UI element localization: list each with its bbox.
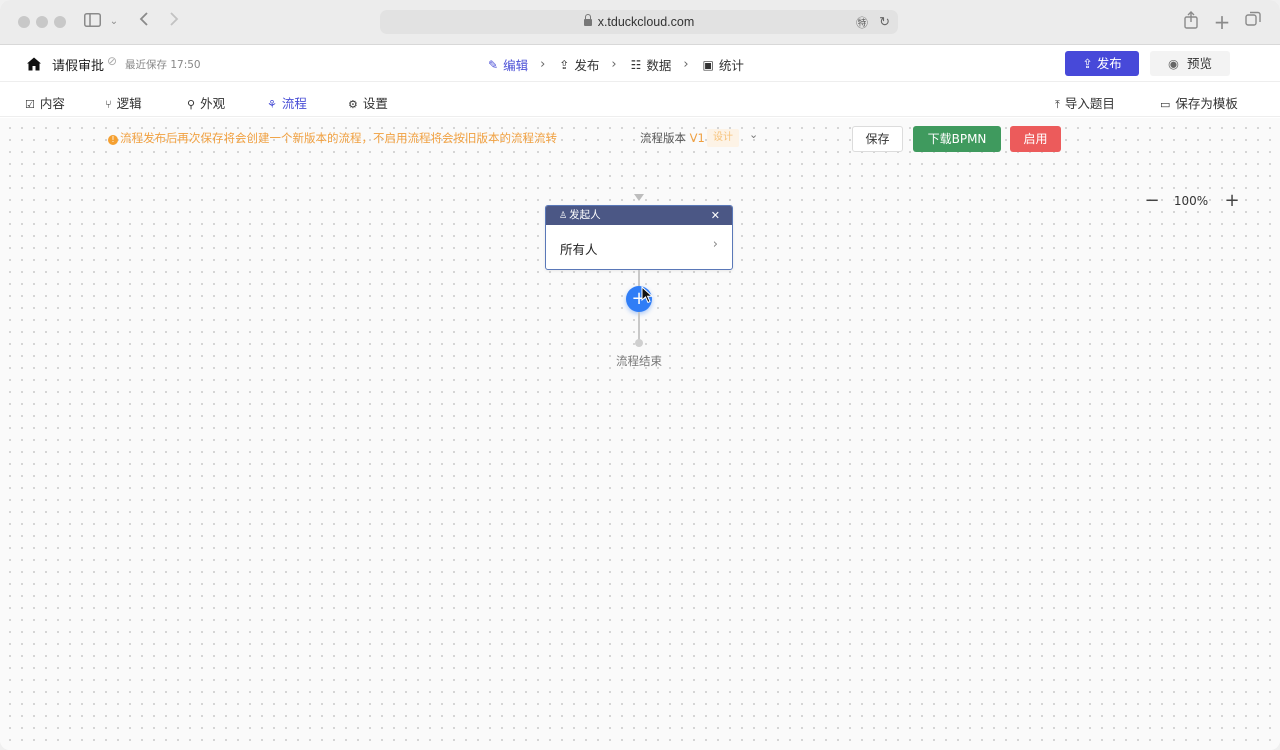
- save-as-template-button[interactable]: ▭ 保存为模板: [1160, 93, 1238, 112]
- node-title: 发起人: [569, 209, 601, 221]
- flow-icon: ⚘: [267, 98, 277, 111]
- tab-settings[interactable]: ⚙ 设置: [348, 93, 388, 112]
- content-icon: ☑: [25, 98, 35, 111]
- chevron-right-icon: ›: [712, 237, 718, 252]
- new-tab-icon[interactable]: +: [1213, 11, 1231, 33]
- browser-window: ⌄ x.tduckcloud.com ㊕ ↻ + 请假审批 ⊘ 最近保存 17:…: [0, 0, 1280, 750]
- zoom-in-button[interactable]: +: [1221, 191, 1243, 213]
- connector-line: [638, 270, 640, 286]
- chevron-right-icon: ›: [540, 57, 546, 72]
- reload-icon[interactable]: ↻: [879, 10, 890, 34]
- back-arrow-icon[interactable]: [136, 11, 152, 33]
- zoom-out-button[interactable]: −: [1141, 191, 1163, 213]
- share-icon[interactable]: [1182, 11, 1200, 33]
- translate-icon[interactable]: ㊕: [856, 11, 868, 35]
- logic-icon: ⑂: [105, 98, 112, 111]
- chart-icon: ▣: [702, 57, 714, 72]
- flow-end-label: 流程结束: [616, 354, 662, 368]
- tab-logic[interactable]: ⑂ 逻辑: [105, 93, 142, 112]
- initiator-node[interactable]: ♙ 发起人 ✕ 所有人 ›: [545, 205, 733, 270]
- enable-button[interactable]: 启用: [1010, 126, 1061, 152]
- save-button[interactable]: 保存: [852, 126, 903, 152]
- save-status: 最近保存 17:50: [125, 59, 201, 71]
- version-label: 流程版本 V1: [640, 131, 705, 145]
- zoom-level: 100%: [1173, 194, 1209, 208]
- download-bpmn-button[interactable]: 下载BPMN: [913, 126, 1001, 152]
- step-data[interactable]: ☷ 数据: [631, 55, 672, 74]
- edit-icon: ✎: [488, 57, 499, 72]
- zoom-window-button[interactable]: [54, 16, 66, 28]
- upload-icon: ⤒: [1055, 98, 1060, 111]
- user-icon: ♙: [559, 211, 568, 221]
- upload-icon: ⇪: [1082, 56, 1093, 71]
- chevron-right-icon: ›: [611, 57, 617, 72]
- url-text: x.tduckcloud.com: [597, 15, 695, 29]
- version-dropdown-chevron-icon[interactable]: ⌄: [749, 128, 758, 141]
- tab-overview-icon[interactable]: [1244, 11, 1262, 33]
- tab-content[interactable]: ☑ 内容: [25, 93, 65, 112]
- close-window-button[interactable]: [18, 16, 30, 28]
- chevron-right-icon: ›: [683, 57, 689, 72]
- node-header: ♙ 发起人 ✕: [546, 206, 732, 225]
- node-assignee: 所有人: [560, 242, 598, 257]
- end-dot: [635, 339, 643, 347]
- gear-icon: ⚙: [348, 98, 358, 111]
- list-icon: ☷: [630, 57, 642, 72]
- node-body[interactable]: 所有人 ›: [546, 225, 732, 269]
- lock-icon: [583, 14, 592, 26]
- tab-flow[interactable]: ⚘ 流程: [267, 93, 307, 112]
- brush-icon: ⚲: [187, 98, 196, 111]
- minimize-window-button[interactable]: [36, 16, 48, 28]
- info-icon: !: [108, 135, 118, 145]
- version-status-badge: 设计: [707, 129, 739, 147]
- step-edit[interactable]: ✎ 编辑: [488, 55, 528, 74]
- import-questions-button[interactable]: ⤒ 导入题目: [1055, 93, 1115, 112]
- home-icon[interactable]: [26, 56, 42, 72]
- step-statistics[interactable]: ▣ 统计: [703, 55, 744, 74]
- sub-tabs: ☑ 内容 ⑂ 逻辑 ⚲ 外观 ⚘ 流程 ⚙ 设置 ⤒ 导入题目 ▭ 保存为模板: [0, 83, 1280, 117]
- folder-icon: ▭: [1160, 98, 1171, 111]
- close-icon[interactable]: ✕: [711, 206, 720, 225]
- check-circle-icon: ⊘: [107, 54, 118, 68]
- flow-canvas[interactable]: ! 流程发布后再次保存将会创建一个新版本的流程，不启用流程将会按旧版本的流程流转 …: [0, 118, 1280, 750]
- sidebar-toggle-icon[interactable]: [82, 11, 102, 33]
- step-publish[interactable]: ⇪ 发布: [559, 55, 599, 74]
- forward-arrow-icon[interactable]: [166, 11, 182, 33]
- form-title: 请假审批: [52, 59, 105, 74]
- browser-toolbar: ⌄ x.tduckcloud.com ㊕ ↻ +: [0, 0, 1280, 45]
- app-header: 请假审批 ⊘ 最近保存 17:50 ✎ 编辑 › ⇪ 发布 › ☷ 数据 › ▣ 统计 …: [0, 45, 1280, 82]
- chevron-down-icon[interactable]: ⌄: [108, 11, 120, 33]
- tab-appearance[interactable]: ⚲ 外观: [187, 93, 225, 112]
- version-number: V1: [689, 131, 705, 145]
- preview-button[interactable]: ◉ 预览: [1150, 51, 1230, 76]
- step-navigation: ✎ 编辑 › ⇪ 发布 › ☷ 数据 › ▣ 统计: [488, 55, 744, 74]
- connector-line: [638, 312, 640, 340]
- eye-icon: ◉: [1168, 56, 1179, 71]
- flow-start-arrow: [634, 194, 644, 201]
- flow-notice: ! 流程发布后再次保存将会创建一个新版本的流程，不启用流程将会按旧版本的流程流转: [108, 130, 557, 146]
- publish-button[interactable]: ⇪ 发布: [1065, 51, 1139, 76]
- upload-icon: ⇪: [559, 57, 570, 72]
- address-bar[interactable]: x.tduckcloud.com ㊕ ↻: [380, 10, 898, 34]
